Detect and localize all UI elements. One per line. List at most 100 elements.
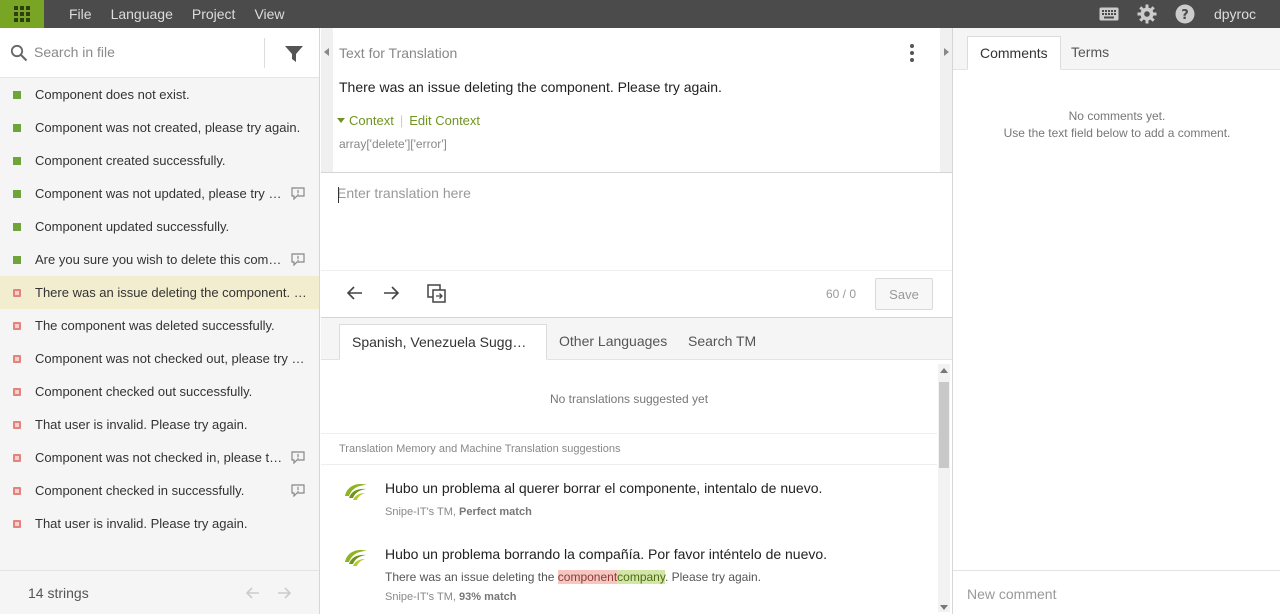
collapse-right-handle[interactable] [940,28,952,172]
translated-status-icon [13,156,21,165]
sidebar-footer: 14 strings [0,570,319,614]
string-text: Component created successfully. [35,153,226,168]
keyboard-icon[interactable] [1098,4,1120,24]
string-list-item[interactable]: Component checked in successfully. [0,474,319,507]
string-list-item[interactable]: Component updated successfully. [0,210,319,243]
tab-search-tm[interactable]: Search TM [676,324,768,360]
suggestion-item[interactable]: Hubo un problema borrando la compañía. P… [321,532,937,612]
menu-language[interactable]: Language [102,0,183,28]
menu-view[interactable]: View [245,0,294,28]
suggestions-scrollbar[interactable] [938,364,950,612]
comment-icon [291,253,305,269]
suggestions-area: Spanish, Venezuela Suggestions Other Lan… [321,317,952,614]
comment-icon [291,484,305,500]
string-text: That user is invalid. Please try again. [35,516,248,531]
comments-panel: Comments Terms No comments yet. Use the … [952,28,1280,614]
translated-status-icon [13,222,21,231]
string-list-item[interactable]: There was an issue deleting the componen… [0,276,319,309]
string-list-item[interactable]: Component created successfully. [0,144,319,177]
diff-text: There was an issue deleting the [385,570,558,584]
tab-terms[interactable]: Terms [1059,36,1121,70]
tab-other-languages[interactable]: Other Languages [547,324,679,360]
translated-status-icon [13,255,21,264]
untranslated-status-icon [13,519,21,528]
empty-comments-line: No comments yet. [1068,109,1166,123]
untranslated-status-icon [13,453,21,462]
edit-context-link[interactable]: Edit Context [409,113,480,128]
empty-comments-text: No comments yet. Use the text field belo… [953,108,1280,142]
caret-left-icon [324,48,329,56]
save-button[interactable]: Save [875,278,933,310]
translation-box [321,172,952,270]
string-text: Component does not exist. [35,87,190,102]
suggestion-source: Snipe-IT's TM, [385,506,460,518]
string-list-item[interactable]: Component was not created, please try ag… [0,111,319,144]
comment-icon [291,451,305,467]
string-text: Component was not updated, please try ag… [35,186,283,201]
diff-inserted: company [617,570,665,584]
string-text: Component checked in successfully. [35,483,245,498]
string-count: 14 strings [28,585,89,601]
more-options-icon[interactable] [910,44,914,62]
prev-page-arrow-icon[interactable] [245,585,261,604]
menu-project[interactable]: Project [183,0,246,28]
right-panel-tabs: Comments Terms [953,28,1280,70]
separator: | [399,113,404,128]
next-string-arrow-icon[interactable] [382,284,400,305]
tm-logo-icon [343,548,369,571]
copy-source-icon[interactable] [427,284,447,307]
string-list-item[interactable]: Are you sure you wish to delete this com… [0,243,319,276]
help-icon[interactable]: ? [1174,4,1196,24]
untranslated-status-icon [13,321,21,330]
previous-string-arrow-icon[interactable] [346,284,364,305]
empty-comments-hint: Use the text field below to add a commen… [1003,126,1231,140]
string-sidebar: Component does not exist. Component was n… [0,28,320,614]
caret-right-icon [944,48,949,56]
string-list-item[interactable]: That user is invalid. Please try again. [0,408,319,441]
suggestion-meta: Snipe-IT's TM, Perfect match [385,506,532,518]
string-list-item[interactable]: Component was not checked out, please tr… [0,342,319,375]
editor-toolbar: 60 / 0 Save [321,270,952,316]
string-list-item[interactable]: Component does not exist. [0,78,319,111]
tm-section-header: Translation Memory and Machine Translati… [321,433,937,465]
collapse-left-handle[interactable] [321,28,333,172]
tm-logo-icon [343,482,369,505]
context-toggle[interactable]: Context [349,113,394,128]
translated-status-icon [13,90,21,99]
apps-grid-icon [14,6,30,22]
main-menu: File Language Project View [50,0,295,28]
string-list-item[interactable]: Component checked out successfully. [0,375,319,408]
untranslated-status-icon [13,420,21,429]
user-menu[interactable]: dpyroc [1214,6,1256,22]
translated-status-icon [13,189,21,198]
new-comment-input[interactable] [967,583,1267,605]
menu-file[interactable]: File [60,0,102,28]
top-bar: File Language Project View ? dpyroc [0,0,1280,28]
next-page-arrow-icon[interactable] [276,585,292,604]
string-list-item[interactable]: Component was not updated, please try ag… [0,177,319,210]
filter-icon[interactable] [284,44,304,67]
scrollbar-thumb[interactable] [939,382,949,468]
scroll-up-icon[interactable] [940,368,948,373]
string-text: Component was not checked in, please try… [35,450,283,465]
untranslated-status-icon [13,354,21,363]
editor-panel: Text for Translation There was an issue … [321,28,952,614]
context-row: Context | Edit Context [337,113,480,128]
apps-button[interactable] [0,0,44,28]
string-list-item[interactable]: The component was deleted successfully. [0,309,319,342]
scroll-down-icon[interactable] [940,605,948,610]
character-count: 60 / 0 [826,287,857,301]
translation-input[interactable] [337,185,933,255]
string-list-item[interactable]: That user is invalid. Please try again. [0,507,319,540]
tab-language-suggestions[interactable]: Spanish, Venezuela Suggestions [339,324,547,360]
tab-comments[interactable]: Comments [967,36,1061,70]
string-list-item[interactable]: Component was not checked in, please try… [0,441,319,474]
caret-down-icon [337,118,345,123]
string-text: Component was not checked out, please tr… [35,351,307,366]
suggestion-source: Snipe-IT's TM, [385,591,460,603]
suggestion-item[interactable]: Hubo un problema al querer borrar el com… [321,466,937,526]
source-text: There was an issue deleting the componen… [339,79,722,95]
gear-icon[interactable] [1136,4,1158,24]
text-caret [338,187,339,203]
search-input[interactable] [34,41,254,63]
